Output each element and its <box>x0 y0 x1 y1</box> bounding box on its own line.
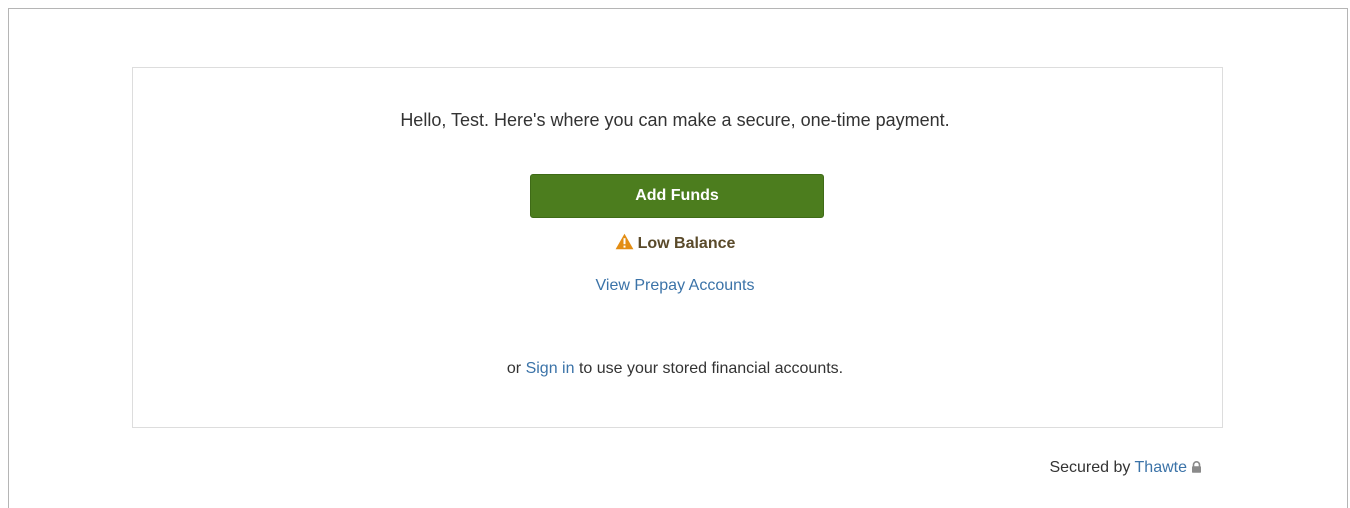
view-prepay-accounts-link[interactable]: View Prepay Accounts <box>596 277 755 294</box>
signin-prefix: or <box>506 360 522 377</box>
low-balance-label: Low Balance <box>637 235 736 252</box>
greeting-text: Hello, Test. Here's where you can make a… <box>400 110 950 130</box>
view-prepay-wrapper: View Prepay Accounts <box>0 276 1350 296</box>
signin-suffix: to use your stored financial accounts. <box>578 360 844 377</box>
thawte-link[interactable]: Thawte <box>1135 459 1187 476</box>
signin-line: or Sign in to use your stored financial … <box>0 359 1350 379</box>
add-funds-button[interactable]: Add Funds <box>530 174 824 218</box>
lock-icon <box>1192 461 1201 473</box>
low-balance-status: Low Balance <box>0 233 1350 254</box>
sign-in-link[interactable]: Sign in <box>526 360 575 377</box>
secured-by-line: Secured by Thawte <box>1049 458 1202 478</box>
secured-by-prefix: Secured by <box>1049 459 1131 476</box>
warning-icon <box>615 233 633 250</box>
